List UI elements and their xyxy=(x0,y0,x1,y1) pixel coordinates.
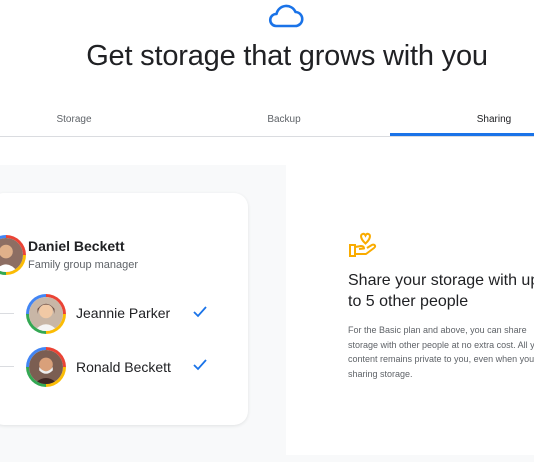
member-name: Ronald Beckett xyxy=(76,359,171,375)
connector-line xyxy=(0,313,14,314)
page-title: Get storage that grows with you xyxy=(86,40,488,72)
page-header: Get storage that grows with you Storage … xyxy=(0,0,534,165)
avatar-manager xyxy=(0,235,26,275)
family-group-card: Daniel Beckett Family group manager Jean… xyxy=(0,193,248,425)
avatar-member xyxy=(26,347,66,387)
connector-line xyxy=(0,366,14,367)
manager-name: Daniel Beckett xyxy=(28,238,125,254)
member-name: Jeannie Parker xyxy=(76,305,171,321)
tab-sharing[interactable]: Sharing xyxy=(420,104,534,135)
active-tab-indicator xyxy=(390,133,534,136)
cloud-icon xyxy=(268,4,304,28)
tab-backup[interactable]: Backup xyxy=(210,104,358,135)
sharing-section: Daniel Beckett Family group manager Jean… xyxy=(0,165,534,462)
sharing-title: Share your storage with up to 5 other pe… xyxy=(348,272,534,310)
tab-storage[interactable]: Storage xyxy=(0,104,148,135)
avatar-member xyxy=(26,294,66,334)
manager-role: Family group manager xyxy=(28,259,139,271)
check-icon xyxy=(193,306,207,318)
sharing-description: For the Basic plan and above, you can sh… xyxy=(348,325,534,379)
hand-heart-icon xyxy=(349,232,377,257)
check-icon xyxy=(193,359,207,371)
